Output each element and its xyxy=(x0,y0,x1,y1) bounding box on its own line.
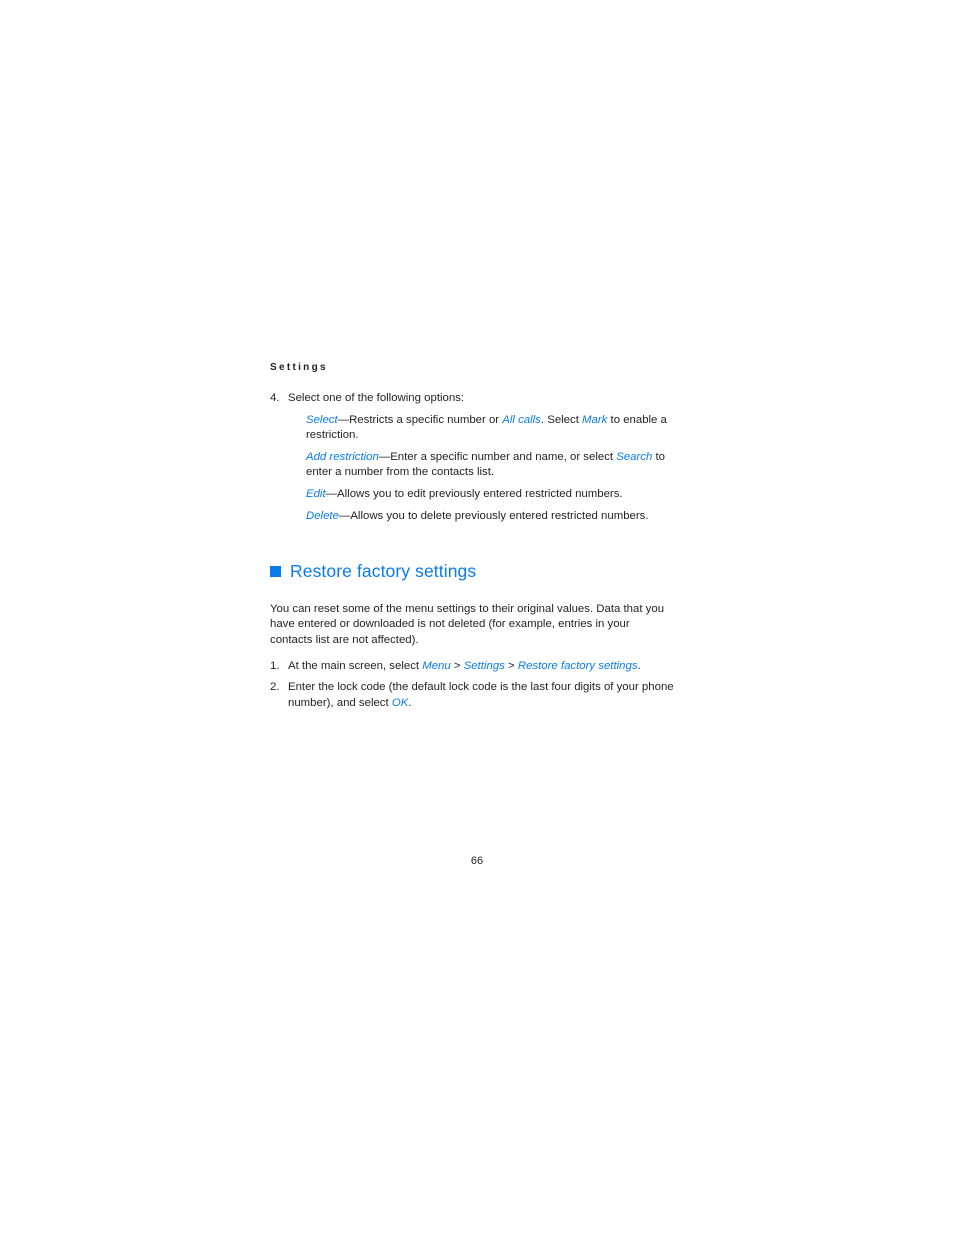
step-number: 2. xyxy=(270,680,280,693)
text-run: Enter a specific number and name, or sel… xyxy=(390,450,617,463)
option-separator: — xyxy=(378,450,391,463)
ui-term: Settings xyxy=(463,660,505,673)
option-separator: — xyxy=(325,487,338,500)
procedure-step: 2. Enter the lock code (the default lock … xyxy=(270,680,674,711)
text-run: . Select xyxy=(540,413,583,426)
option-term: Edit xyxy=(306,487,326,500)
list-item-text: Select one of the following options: xyxy=(288,392,465,404)
text-run: > xyxy=(450,660,464,673)
option-term: Select xyxy=(306,413,338,426)
page-title: Restore factory settings xyxy=(290,560,477,581)
option-definition-item: Add restriction—Enter a specific number … xyxy=(288,450,674,481)
option-term: Delete xyxy=(306,509,339,522)
option-separator: — xyxy=(338,509,351,522)
ui-term: Search xyxy=(616,450,653,463)
ui-term: Menu xyxy=(422,660,451,673)
filled-square-icon xyxy=(270,566,281,578)
text-run: At the main screen, select xyxy=(288,660,423,673)
step-text: Enter the lock code (the default lock co… xyxy=(288,681,674,709)
procedure-step: 1. At the main screen, select Menu > Sett… xyxy=(270,659,674,675)
list-item-number: 4. xyxy=(270,392,280,404)
text-run: Enter the lock code (the default lock co… xyxy=(288,680,674,709)
page-content: Settings 4. Select one of the following … xyxy=(270,362,674,716)
option-definition-item: Select—Restricts a specific number or Al… xyxy=(288,413,674,444)
step-number: 1. xyxy=(270,660,280,673)
running-head: Settings xyxy=(270,362,328,373)
text-run: > xyxy=(504,660,518,673)
text-run: Allows you to edit previously entered re… xyxy=(337,487,623,500)
procedure-list-step-4: 4. Select one of the following options: … xyxy=(270,391,674,524)
ui-term: OK xyxy=(391,696,409,709)
text-run: Allows you to delete previously entered … xyxy=(350,509,649,522)
step-text: At the main screen, select Menu > Settin… xyxy=(288,660,641,672)
text-run: . xyxy=(408,696,412,709)
option-separator: — xyxy=(337,413,350,426)
ui-term: All calls xyxy=(502,413,541,426)
procedure-steps-list: 1. At the main screen, select Menu > Sett… xyxy=(270,659,674,711)
ui-term: Restore factory settings xyxy=(517,660,638,673)
ui-term: Mark xyxy=(582,413,608,426)
list-item-step-4: 4. Select one of the following options: … xyxy=(270,391,674,524)
option-definition-item: Edit—Allows you to edit previously enter… xyxy=(288,487,674,503)
option-term: Add restriction xyxy=(306,450,379,463)
text-run: Restricts a specific number or xyxy=(349,413,503,426)
document-page: Settings 4. Select one of the following … xyxy=(0,0,954,1235)
option-definition-item: Delete—Allows you to delete previously e… xyxy=(288,509,674,525)
text-run: . xyxy=(637,660,641,673)
page-number: 66 xyxy=(470,855,484,867)
section-heading: Restore factory settings xyxy=(270,547,674,594)
option-definition-list: Select—Restricts a specific number or Al… xyxy=(288,413,674,525)
section-paragraph: You can reset some of the menu settings … xyxy=(270,602,665,646)
